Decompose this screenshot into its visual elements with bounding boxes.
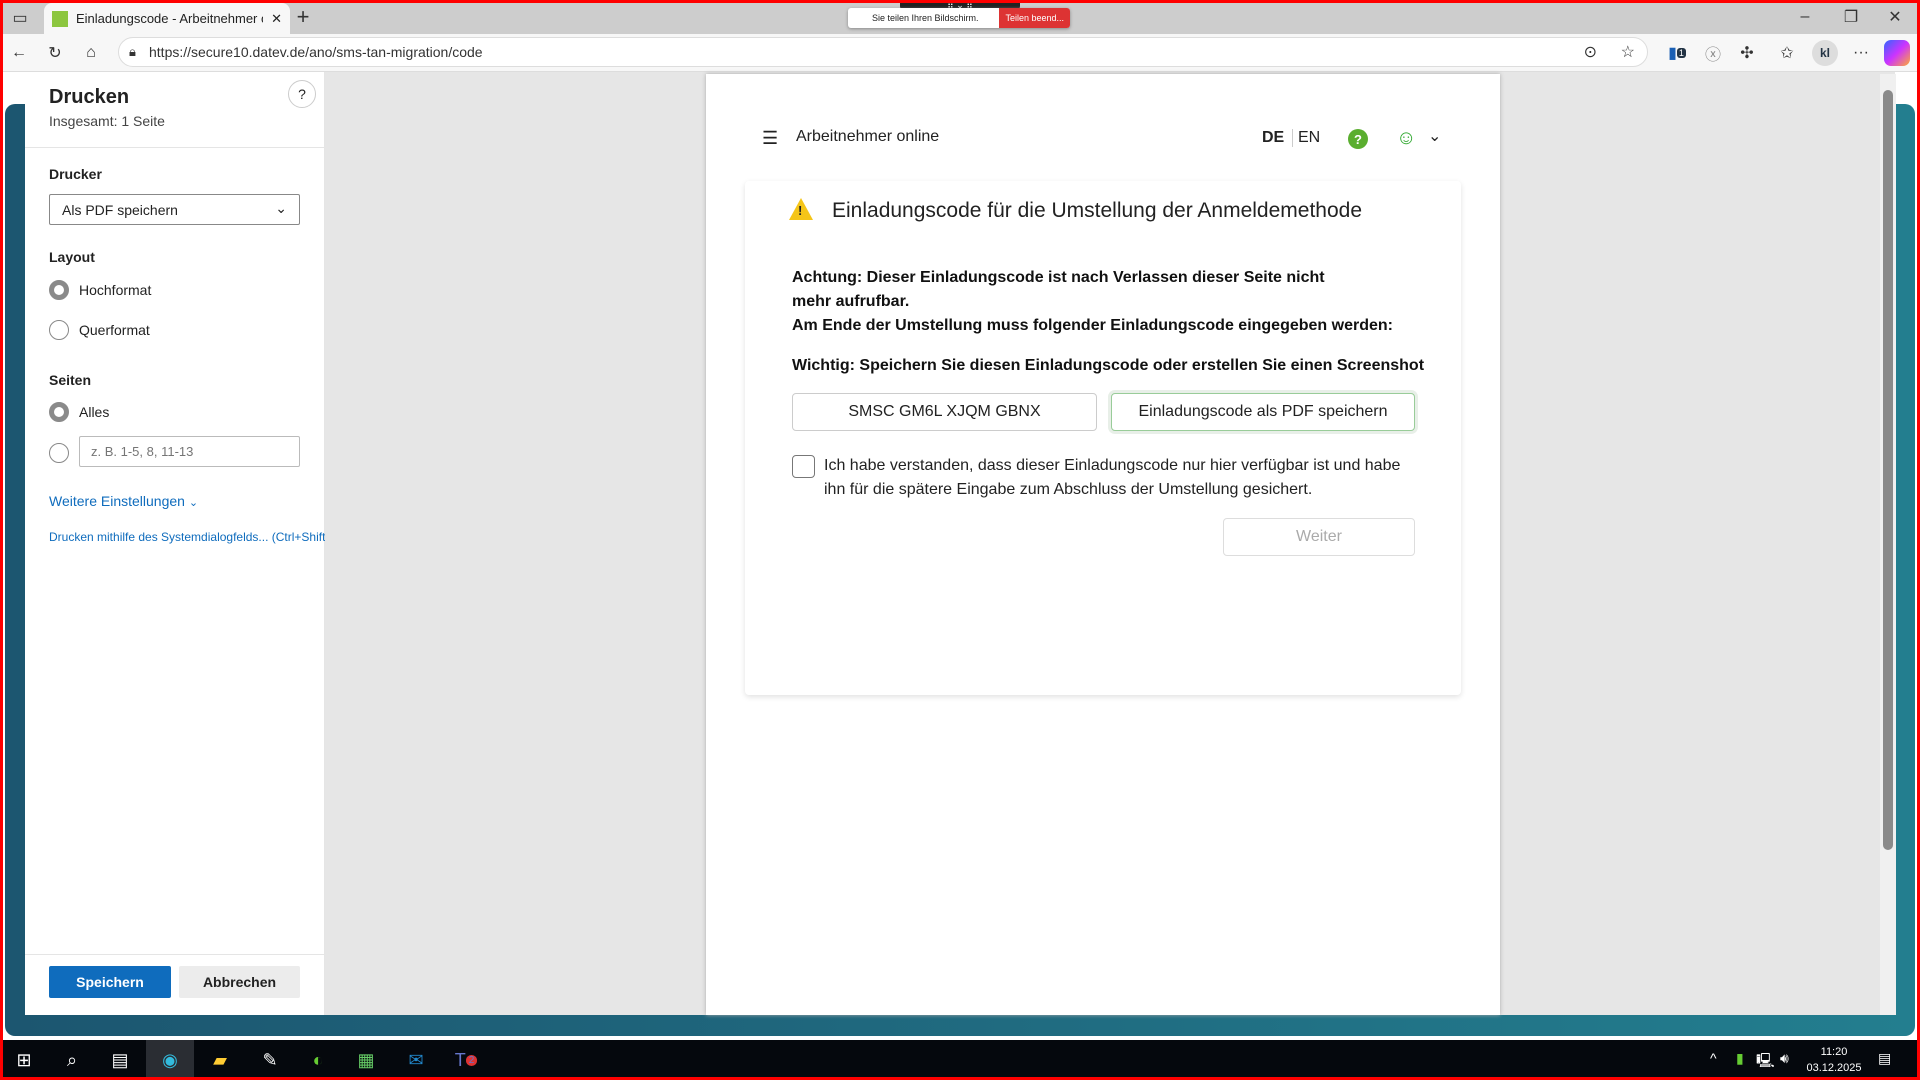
url-text: https://secure10.datev.de/ano/sms-tan-mi…	[149, 44, 483, 60]
tray-chevron-icon[interactable]: ^	[1710, 1050, 1717, 1066]
app-name: Arbeitnehmer online	[796, 128, 939, 146]
volume-icon[interactable]: 🔊︎	[1780, 1050, 1789, 1067]
warning-icon: !	[789, 198, 813, 220]
save-button[interactable]: Speichern	[49, 966, 171, 998]
printer-label: Drucker	[49, 166, 102, 182]
teams-icon[interactable]: T2	[442, 1040, 490, 1080]
invitation-code-card: ! Einladungscode für die Umstellung der …	[745, 181, 1461, 695]
close-window-icon[interactable]: ✕	[1880, 5, 1910, 29]
more-settings-text: Weitere Einstellungen	[49, 493, 185, 509]
radio-custom-pages[interactable]	[49, 443, 69, 463]
user-account-icon[interactable]: ☺	[1396, 127, 1416, 150]
printer-value: Als PDF speichern	[62, 202, 178, 218]
time: 11:20	[1800, 1044, 1868, 1060]
hamburger-menu-icon[interactable]: ☰	[762, 128, 778, 149]
network-icon[interactable]: 🖳︎	[1756, 1050, 1775, 1074]
reload-icon[interactable]: ↻	[42, 40, 68, 66]
radio-portrait[interactable]	[49, 280, 69, 300]
edge-icon[interactable]: ◉	[146, 1040, 194, 1080]
system-dialog-link[interactable]: Drucken mithilfe des Systemdialogfelds..…	[49, 530, 325, 544]
more-settings-link[interactable]: Weitere Einstellungen ⌄	[49, 493, 198, 509]
battery-icon[interactable]: ▮	[1736, 1050, 1744, 1067]
card-title: Einladungscode für die Umstellung der An…	[832, 199, 1362, 223]
confirm-label[interactable]: Ich habe verstanden, dass dieser Einladu…	[824, 454, 1424, 502]
divider	[25, 147, 325, 148]
outlook-icon[interactable]: ✉	[392, 1040, 440, 1080]
chevron-down-icon: ⌄	[275, 200, 287, 217]
copilot-icon[interactable]	[1884, 40, 1910, 66]
teams-badge: 2	[466, 1055, 478, 1066]
home-icon[interactable]: ⌂	[78, 40, 104, 66]
save-as-pdf-button[interactable]: Einladungscode als PDF speichern	[1111, 393, 1415, 431]
search-icon[interactable]: ⌕	[48, 1040, 96, 1080]
back-icon[interactable]: ←	[6, 40, 32, 66]
address-bar[interactable]: 🔒︎ https://secure10.datev.de/ano/sms-tan…	[118, 37, 1648, 67]
help-button[interactable]: ?	[288, 80, 316, 108]
important-text: Wichtig: Speichern Sie diesen Einladungs…	[792, 354, 1432, 378]
restore-icon[interactable]: ❐	[1836, 5, 1866, 29]
instruction-text: Am Ende der Umstellung muss folgender Ei…	[792, 314, 1412, 338]
print-title: Drucken	[49, 86, 129, 109]
datev-favicon-icon	[52, 11, 68, 27]
cancel-button[interactable]: Abbrechen	[179, 966, 300, 998]
screen-share-banner: Sie teilen Ihren Bildschirm. Teilen beend…	[848, 8, 1070, 28]
all-pages-label: Alles	[79, 404, 109, 420]
favorites-icon[interactable]: ✩	[1774, 40, 1800, 66]
print-dialog-sidebar: Drucken Insgesamt: 1 Seite ? Drucker Als…	[25, 72, 325, 1015]
printer-select[interactable]: Als PDF speichern ⌄	[49, 194, 300, 225]
tab-active[interactable]: Einladungscode - Arbeitnehmer o ✕	[44, 3, 290, 34]
tab-title: Einladungscode - Arbeitnehmer o	[76, 11, 263, 26]
start-windows-icon[interactable]: ⊞	[0, 1040, 48, 1080]
task-view-icon[interactable]: ▤	[96, 1040, 144, 1080]
lock-icon: 🔒︎	[129, 44, 136, 60]
clock[interactable]: 11:2003.12.2025	[1800, 1044, 1868, 1076]
scrollbar[interactable]	[1880, 74, 1896, 1015]
favorite-star-icon[interactable]: ☆	[1621, 42, 1635, 62]
next-button[interactable]: Weiter	[1223, 518, 1415, 556]
pages-label: Seiten	[49, 372, 91, 388]
browser-toolbar: ← ↻ ⌂ 🔒︎ https://secure10.datev.de/ano/s…	[0, 34, 1920, 72]
stop-sharing-button[interactable]: Teilen beend...	[999, 8, 1070, 28]
new-tab-icon[interactable]: +	[290, 4, 316, 30]
reader-icon[interactable]: ⊙	[1584, 42, 1597, 62]
invitation-code-field: SMSC GM6L XJQM GBNX	[792, 393, 1097, 431]
file-explorer-icon[interactable]: ▰	[196, 1040, 244, 1080]
confirm-checkbox[interactable]	[792, 455, 815, 478]
spreadsheet-icon[interactable]: ▦	[342, 1040, 390, 1080]
close-tab-icon[interactable]: ✕	[271, 11, 282, 27]
minimize-icon[interactable]: –	[1790, 5, 1820, 29]
app-icon-pin[interactable]: ✎	[246, 1040, 294, 1080]
warning-text: Achtung: Dieser Einladungscode ist nach …	[792, 266, 1352, 314]
profile-avatar[interactable]: kl	[1812, 40, 1838, 66]
bitwarden-extension-icon[interactable]: ▮1	[1664, 40, 1690, 66]
chevron-down-icon: ⌄	[189, 497, 198, 509]
date: 03.12.2025	[1800, 1060, 1868, 1076]
help-icon[interactable]: ?	[1348, 129, 1368, 149]
radio-all-pages[interactable]	[49, 402, 69, 422]
divider	[25, 954, 325, 955]
layout-label: Layout	[49, 249, 95, 265]
landscape-label: Querformat	[79, 322, 150, 338]
chevron-down-icon[interactable]: ⌄	[1428, 126, 1441, 146]
share-text: Sie teilen Ihren Bildschirm.	[848, 13, 979, 23]
tab-actions-icon[interactable]: ▭	[8, 6, 32, 30]
lang-en[interactable]: EN	[1298, 129, 1320, 147]
scrollbar-thumb[interactable]	[1883, 90, 1893, 850]
extension-x-icon[interactable]: ⓧ	[1700, 40, 1726, 66]
app-icon-green[interactable]: ◐	[294, 1040, 342, 1080]
portrait-label: Hochformat	[79, 282, 151, 298]
extension-badge: 1	[1677, 48, 1686, 58]
lang-de[interactable]: DE	[1262, 129, 1293, 147]
extensions-puzzle-icon[interactable]: ✣	[1734, 40, 1760, 66]
tab-bar: ▭ Einladungscode - Arbeitnehmer o ✕ + ⠿ …	[0, 0, 1920, 34]
page-range-input[interactable]	[79, 436, 300, 467]
taskbar: ⊞ ⌕ ▤ ◉ ▰ ✎ ◐ ▦ ✉ T2 ^ ▮ 🖳︎ 🔊︎ 11:2003.1…	[0, 1040, 1920, 1080]
print-page-count: Insgesamt: 1 Seite	[49, 113, 165, 129]
notifications-icon[interactable]: ▤	[1878, 1050, 1891, 1067]
radio-landscape[interactable]	[49, 320, 69, 340]
more-menu-icon[interactable]: ···	[1848, 40, 1874, 66]
